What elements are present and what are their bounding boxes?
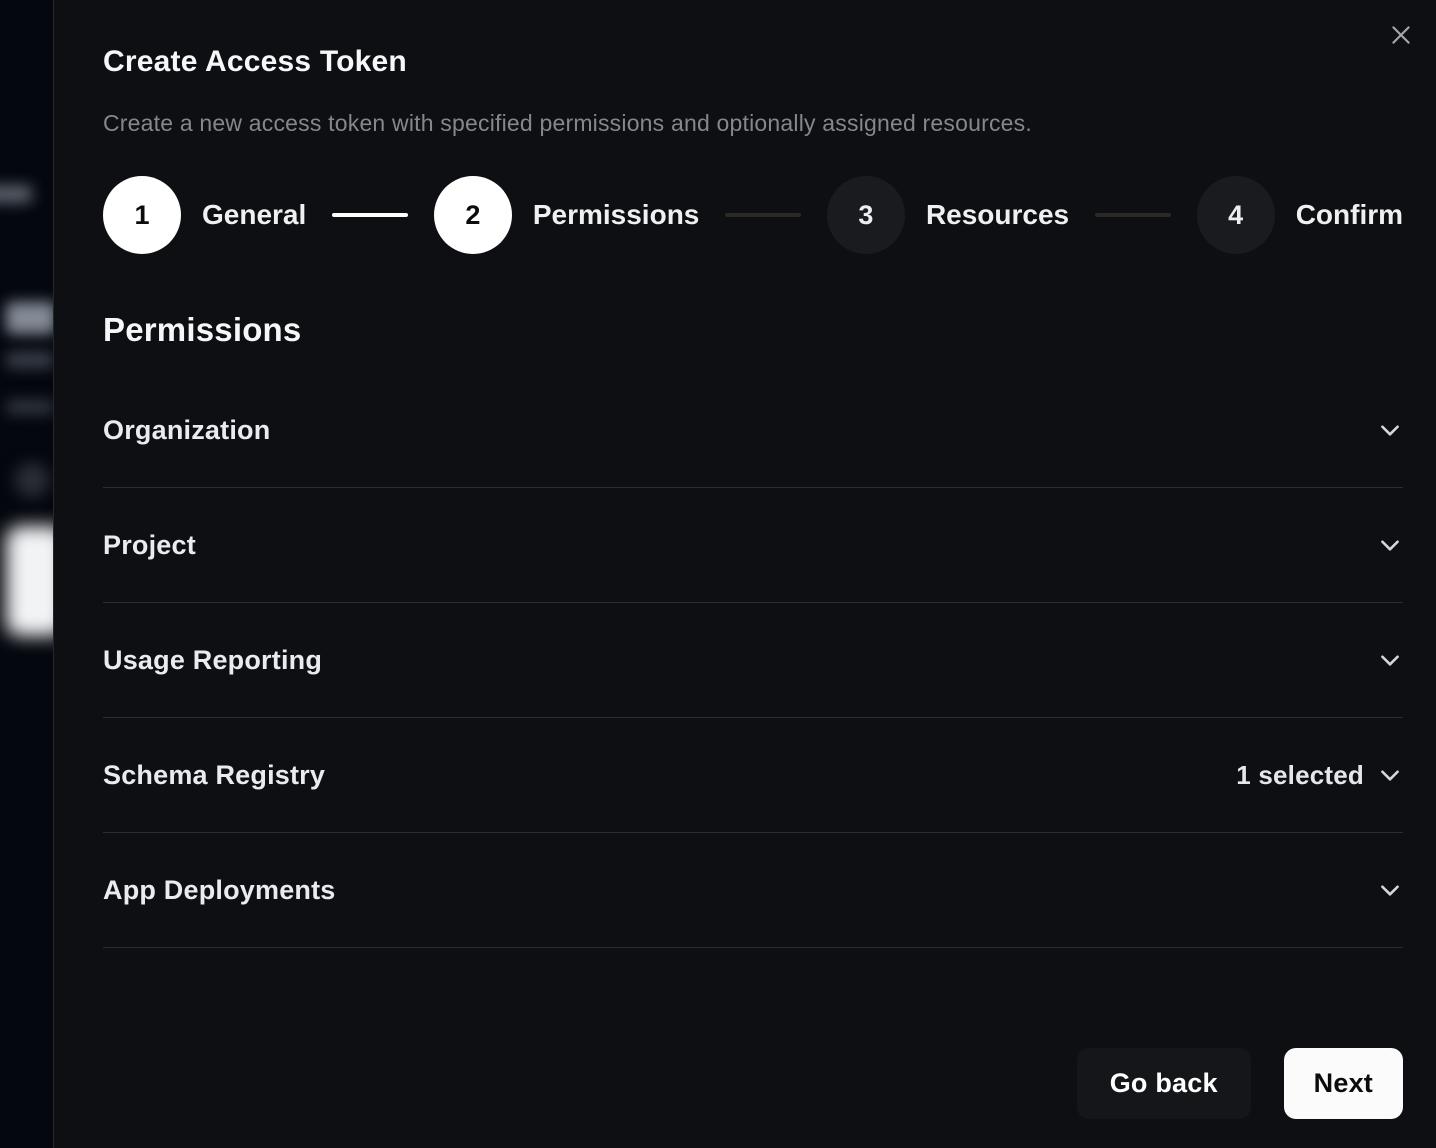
accordion-row-schema-registry[interactable]: Schema Registry 1 selected xyxy=(103,718,1403,833)
step-number-badge: 4 xyxy=(1197,176,1275,254)
step-label: General xyxy=(202,199,306,231)
chevron-down-icon xyxy=(1377,762,1403,788)
chevron-down-icon xyxy=(1377,647,1403,673)
accordion-row-organization[interactable]: Organization xyxy=(103,373,1403,488)
blurred-text-fragment xyxy=(6,302,54,334)
step-number-badge: 2 xyxy=(434,176,512,254)
permissions-section-heading: Permissions xyxy=(103,311,1403,349)
step-permissions[interactable]: 2 Permissions xyxy=(434,176,700,254)
chevron-down-icon xyxy=(1377,532,1403,558)
permissions-accordion: Organization Project Usage Reporting xyxy=(103,373,1403,948)
blurred-text-fragment xyxy=(6,352,54,368)
step-label: Permissions xyxy=(533,199,700,231)
chevron-down-icon xyxy=(1377,877,1403,903)
selected-count-badge: 1 selected xyxy=(1236,760,1364,791)
accordion-row-label: Usage Reporting xyxy=(103,640,322,680)
step-connector xyxy=(332,213,408,217)
blurred-card-fragment xyxy=(6,526,54,636)
dialog-title: Create Access Token xyxy=(103,45,1403,79)
step-general[interactable]: 1 General xyxy=(103,176,306,254)
go-back-button[interactable]: Go back xyxy=(1077,1048,1251,1119)
accordion-row-label: Project xyxy=(103,525,196,565)
create-access-token-dialog: Create Access Token Create a new access … xyxy=(53,0,1436,1148)
step-connector xyxy=(725,213,801,217)
chevron-down-icon xyxy=(1377,417,1403,443)
accordion-row-label: Schema Registry xyxy=(103,755,325,795)
dialog-footer: Go back Next xyxy=(1077,1048,1403,1119)
wizard-stepper: 1 General 2 Permissions 3 Resources 4 Co… xyxy=(103,176,1403,254)
backdrop-page xyxy=(0,0,54,1148)
step-confirm[interactable]: 4 Confirm xyxy=(1197,176,1403,254)
accordion-row-label: Organization xyxy=(103,410,270,450)
accordion-row-project[interactable]: Project xyxy=(103,488,1403,603)
accordion-row-label: App Deployments xyxy=(103,870,336,910)
blurred-text-fragment xyxy=(6,400,54,414)
accordion-row-usage-reporting[interactable]: Usage Reporting xyxy=(103,603,1403,718)
dialog-subtitle: Create a new access token with specified… xyxy=(103,110,1403,137)
next-button[interactable]: Next xyxy=(1284,1048,1403,1119)
step-number-badge: 1 xyxy=(103,176,181,254)
step-label: Confirm xyxy=(1296,199,1403,231)
step-number-badge: 3 xyxy=(827,176,905,254)
close-icon[interactable] xyxy=(1386,20,1416,50)
blurred-text-fragment xyxy=(0,185,32,203)
blurred-icon-fragment xyxy=(14,462,50,498)
step-label: Resources xyxy=(926,199,1069,231)
step-connector xyxy=(1095,213,1171,217)
step-resources[interactable]: 3 Resources xyxy=(827,176,1069,254)
accordion-row-app-deployments[interactable]: App Deployments xyxy=(103,833,1403,948)
